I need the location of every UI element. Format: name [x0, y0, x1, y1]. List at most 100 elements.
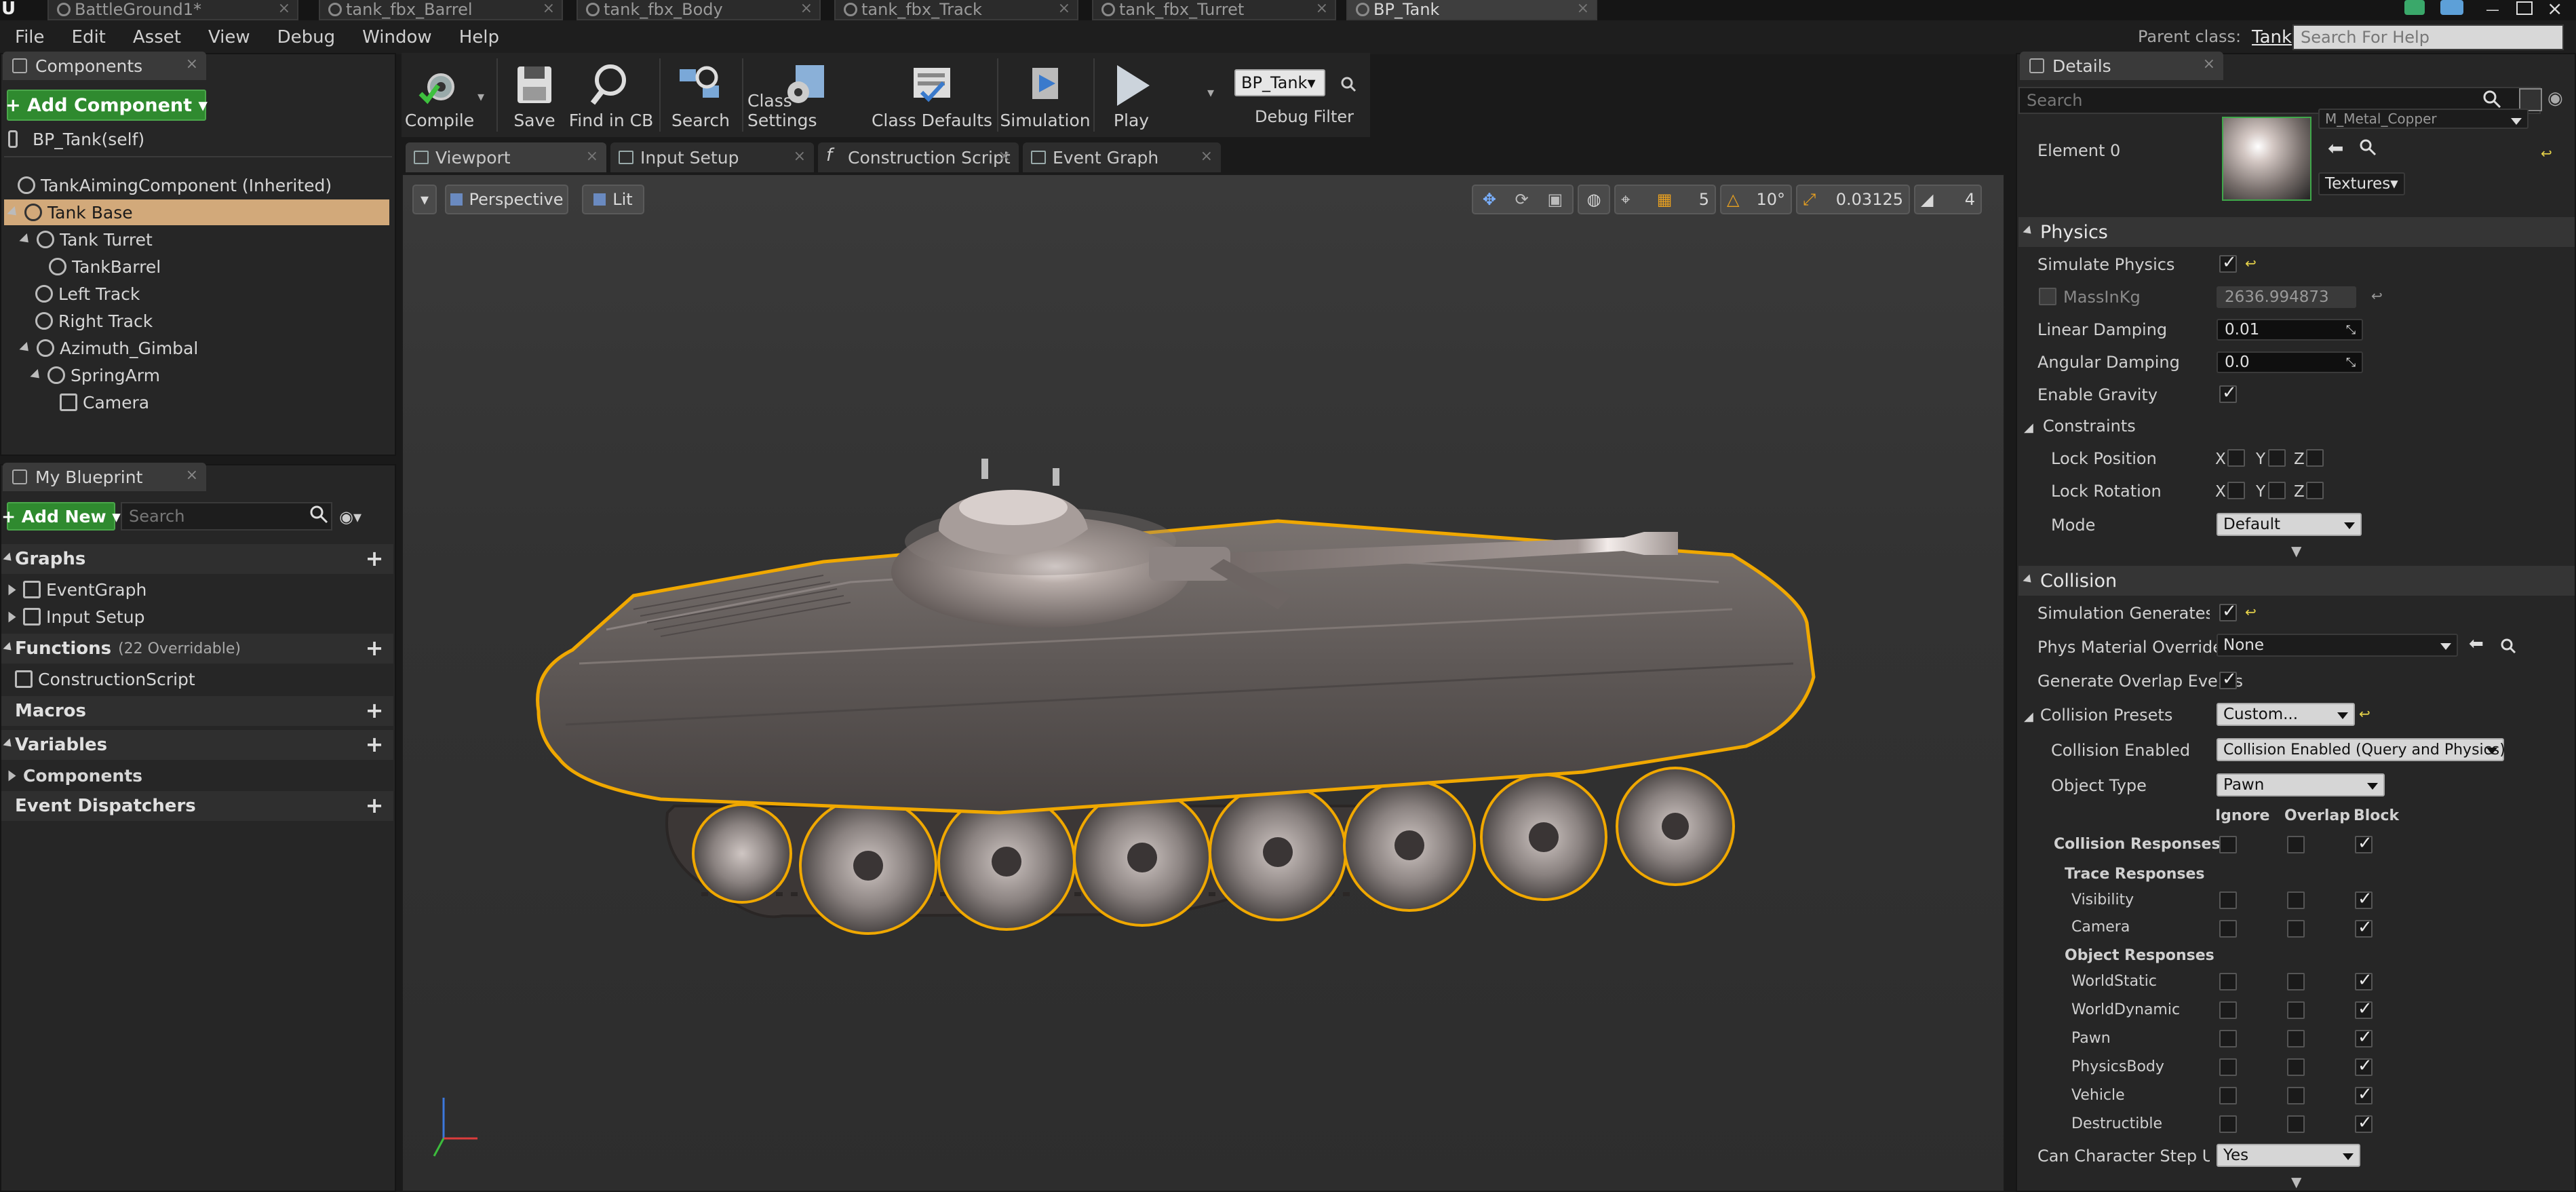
expand-arrow-icon[interactable]: [30, 368, 43, 382]
source-control-icon[interactable]: [2440, 0, 2463, 15]
generate-overlap-checkbox[interactable]: [2219, 669, 2237, 689]
browse-asset-icon[interactable]: [2500, 638, 2516, 654]
collision-enabled-dropdown[interactable]: Collision Enabled (Query and Physics): [2217, 738, 2505, 761]
graph-item-input-setup[interactable]: Input Setup: [7, 604, 387, 630]
reset-to-default-icon[interactable]: ↩: [2245, 604, 2257, 620]
constraints-label[interactable]: ◢ Constraints: [2024, 417, 2136, 436]
tab-event-graph[interactable]: Event Graph ×: [1023, 142, 1221, 172]
compile-button[interactable]: Compile: [404, 57, 475, 134]
lock-position-y-checkbox[interactable]: [2268, 449, 2286, 467]
material-thumbnail[interactable]: [2222, 117, 2311, 201]
expand-arrow-icon[interactable]: [8, 770, 16, 781]
object-type-dropdown[interactable]: Pawn: [2217, 773, 2385, 796]
close-button[interactable]: ×: [2547, 0, 2567, 20]
details-view-options-icon[interactable]: ◉: [2548, 88, 2573, 111]
enable-gravity-checkbox[interactable]: [2219, 383, 2237, 403]
physics-section-header[interactable]: Physics: [2018, 217, 2575, 247]
vehicle-overlap-checkbox[interactable]: [2287, 1087, 2305, 1104]
tab-input-setup[interactable]: Input Setup ×: [610, 142, 814, 172]
doc-tab-barrel[interactable]: tank_fbx_Barrel ×: [319, 0, 563, 20]
vehicle-ignore-checkbox[interactable]: [2219, 1087, 2237, 1104]
component-right-track[interactable]: Right Track: [35, 308, 388, 334]
menu-asset[interactable]: Asset: [133, 27, 181, 47]
lock-rotation-y-checkbox[interactable]: [2268, 482, 2286, 499]
close-icon[interactable]: ×: [2203, 56, 2215, 73]
physicsbody-ignore-checkbox[interactable]: [2219, 1058, 2237, 1076]
collision-section-header[interactable]: Collision: [2018, 566, 2575, 596]
step-up-dropdown[interactable]: Yes: [2217, 1144, 2360, 1167]
simulate-physics-checkbox[interactable]: [2219, 252, 2237, 273]
close-icon[interactable]: ×: [186, 56, 198, 73]
search-icon[interactable]: [309, 505, 328, 524]
help-search-input[interactable]: Search For Help: [2292, 24, 2564, 50]
parent-class-link[interactable]: Tank: [2252, 27, 2292, 47]
minimize-button[interactable]: —: [2486, 1, 2506, 18]
worlddynamic-overlap-checkbox[interactable]: [2287, 1001, 2305, 1019]
save-button[interactable]: Save: [503, 57, 566, 134]
camera-overlap-checkbox[interactable]: [2287, 920, 2305, 938]
components-tab[interactable]: Components ×: [3, 52, 206, 80]
close-icon[interactable]: ×: [1316, 0, 1328, 17]
variables-section[interactable]: Variables +: [1, 730, 393, 760]
expand-arrow-icon[interactable]: [19, 341, 33, 355]
component-tank-barrel[interactable]: TankBarrel: [49, 254, 388, 280]
doc-tab-battleground[interactable]: BattleGround1* ×: [47, 0, 298, 20]
view-options-icon[interactable]: ◉▾: [339, 507, 376, 526]
linear-damping-field[interactable]: 0.01 ⤡: [2217, 319, 2363, 341]
advanced-expand-icon[interactable]: ▼: [2291, 543, 2301, 559]
component-azimuth-gimbal[interactable]: Azimuth_Gimbal: [19, 335, 387, 361]
event-dispatchers-section[interactable]: Event Dispatchers +: [1, 791, 393, 821]
close-icon[interactable]: ×: [543, 0, 555, 17]
angular-damping-field[interactable]: 0.0 ⤡: [2217, 351, 2363, 373]
details-search-icon[interactable]: [2482, 90, 2501, 109]
menu-window[interactable]: Window: [362, 27, 432, 47]
macros-section[interactable]: Macros +: [1, 696, 393, 726]
blueprint-search-input[interactable]: Search: [121, 502, 332, 531]
compile-options-arrow[interactable]: ▾: [477, 88, 484, 104]
maximize-button[interactable]: [2516, 1, 2533, 15]
doc-tab-bp-tank[interactable]: BP_Tank ×: [1346, 0, 1597, 20]
tank-mesh-preview[interactable]: [403, 175, 2005, 1192]
class-defaults-button[interactable]: Class Defaults: [871, 57, 993, 134]
close-icon[interactable]: ×: [998, 148, 1011, 165]
component-left-track[interactable]: Left Track: [35, 281, 388, 307]
responses-ignore-checkbox[interactable]: [2219, 836, 2237, 853]
destructible-ignore-checkbox[interactable]: [2219, 1115, 2237, 1133]
simulation-button[interactable]: Simulation: [1000, 57, 1091, 134]
textures-dropdown[interactable]: Textures▾: [2318, 172, 2405, 195]
expand-arrow-icon[interactable]: [7, 206, 20, 219]
search-button[interactable]: Search: [663, 57, 738, 134]
close-icon[interactable]: ×: [794, 148, 806, 165]
menu-view[interactable]: View: [208, 27, 250, 47]
mass-override-checkbox[interactable]: [2039, 288, 2056, 305]
worlddynamic-block-checkbox[interactable]: [2355, 999, 2373, 1019]
viewport[interactable]: ▾ Perspective Lit ✥ ⟳ ▣ ◍ ⌖ ▦ 5 △ 10° ⤢ …: [402, 174, 2005, 1192]
menu-debug[interactable]: Debug: [277, 27, 336, 47]
lock-position-z-checkbox[interactable]: [2306, 449, 2324, 467]
use-selected-arrow-icon[interactable]: ⬅: [2328, 137, 2343, 159]
reset-to-default-icon[interactable]: ↩: [2541, 145, 2552, 161]
expand-arrow-icon[interactable]: [8, 584, 16, 595]
reset-to-default-icon[interactable]: ↩: [2359, 706, 2370, 722]
visibility-overlap-checkbox[interactable]: [2287, 891, 2305, 909]
doc-tab-body[interactable]: tank_fbx_Body ×: [577, 0, 821, 20]
component-tank-base[interactable]: Tank Base: [4, 199, 389, 225]
visibility-block-checkbox[interactable]: [2355, 889, 2373, 909]
material-name-dropdown[interactable]: M_Metal_Copper: [2318, 109, 2529, 129]
responses-block-checkbox[interactable]: [2355, 833, 2373, 853]
doc-tab-turret[interactable]: tank_fbx_Turret ×: [1092, 0, 1336, 20]
add-macro-icon[interactable]: +: [365, 699, 384, 721]
graph-item-eventgraph[interactable]: EventGraph: [7, 577, 387, 602]
close-icon[interactable]: ×: [586, 148, 598, 165]
add-function-icon[interactable]: +: [365, 637, 384, 659]
camera-block-checkbox[interactable]: [2355, 917, 2373, 938]
function-item-construction-script[interactable]: ConstructionScript: [15, 666, 381, 692]
pawn-block-checkbox[interactable]: [2355, 1027, 2373, 1047]
worldstatic-ignore-checkbox[interactable]: [2219, 973, 2237, 991]
lock-rotation-z-checkbox[interactable]: [2306, 482, 2324, 499]
close-icon[interactable]: ×: [186, 467, 198, 484]
find-in-cb-button[interactable]: Find in CB: [567, 57, 655, 134]
lock-rotation-x-checkbox[interactable]: [2227, 482, 2245, 499]
add-component-button[interactable]: + Add Component ▾: [5, 90, 208, 121]
expand-arrow-icon[interactable]: [8, 611, 16, 622]
